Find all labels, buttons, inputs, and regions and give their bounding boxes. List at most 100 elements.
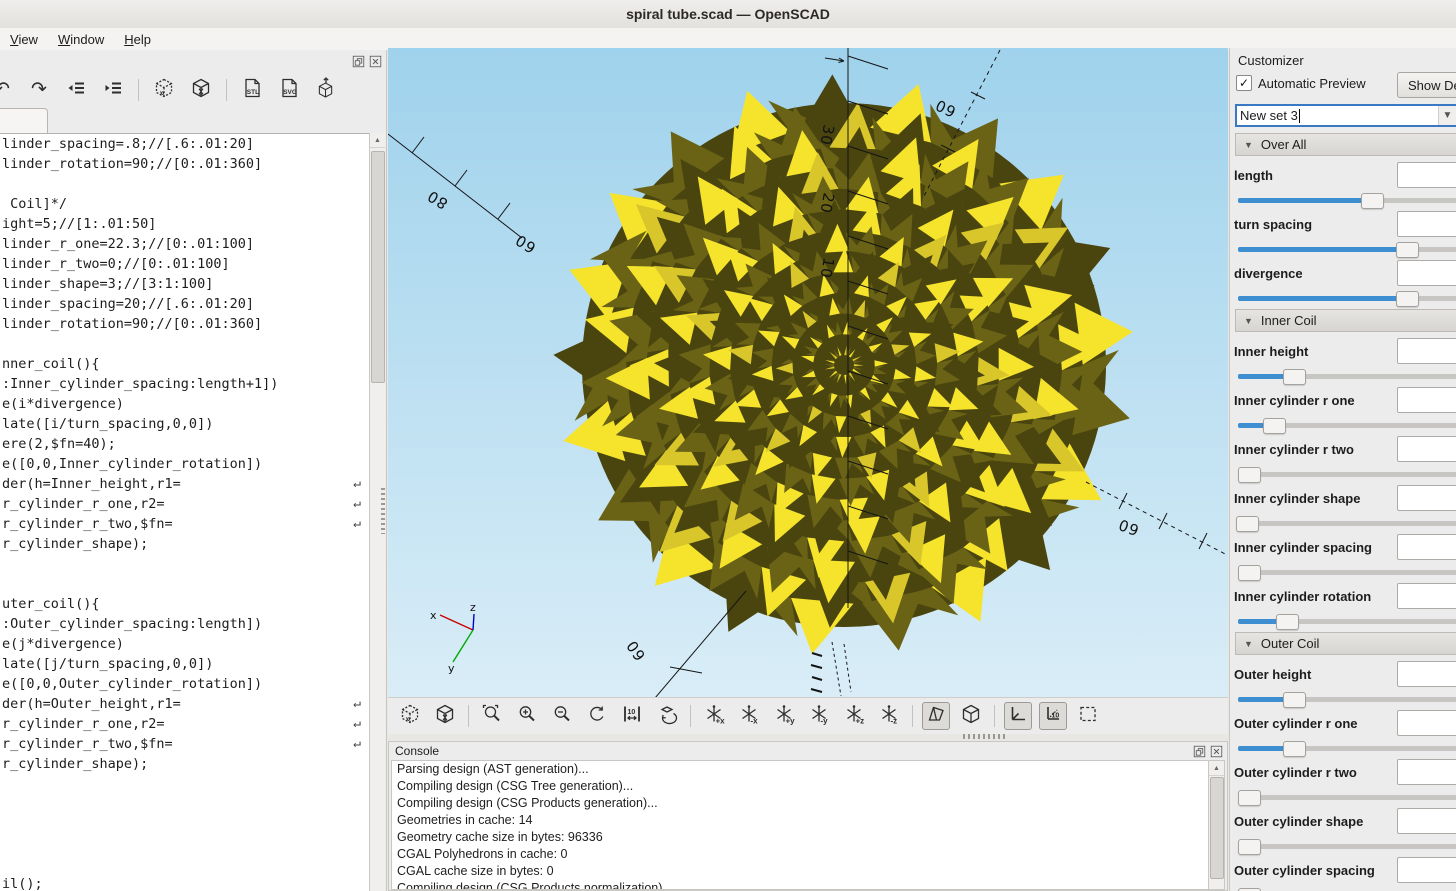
view-top-button[interactable]: +z — [840, 702, 868, 730]
param-spinbox[interactable] — [1397, 162, 1456, 188]
param-slider[interactable] — [1238, 795, 1456, 800]
param-spinbox[interactable] — [1397, 534, 1456, 560]
render-button[interactable] — [431, 702, 459, 730]
param-slider[interactable] — [1238, 423, 1456, 428]
param-slider[interactable] — [1238, 570, 1456, 575]
show-edges-button[interactable] — [1074, 702, 1102, 730]
3d-viewport[interactable]: 8060302010606060xzy — [388, 48, 1228, 697]
view-all-button[interactable]: 10 — [618, 702, 646, 730]
param-slider[interactable] — [1238, 697, 1456, 702]
param-slider[interactable] — [1238, 374, 1456, 379]
slider-handle[interactable] — [1238, 839, 1261, 855]
param-inner-cylinder-r-one: Inner cylinder r one — [1230, 387, 1456, 436]
view-back-button[interactable]: +y — [770, 702, 798, 730]
preview-button[interactable]: » — [396, 702, 424, 730]
slider-handle[interactable] — [1396, 291, 1419, 307]
param-spinbox[interactable] — [1397, 387, 1456, 413]
param-slider[interactable] — [1238, 844, 1456, 849]
param-spinbox[interactable] — [1397, 661, 1456, 687]
menu-view[interactable]: View — [0, 30, 48, 49]
param-spinbox[interactable] — [1397, 759, 1456, 785]
param-slider[interactable] — [1238, 198, 1456, 203]
render-button[interactable] — [187, 76, 215, 104]
view-left-button[interactable]: -x — [735, 702, 763, 730]
editor-float-button[interactable] — [351, 54, 365, 68]
console-float-button[interactable] — [1192, 744, 1206, 758]
slider-handle[interactable] — [1238, 790, 1261, 806]
param-spinbox[interactable] — [1397, 436, 1456, 462]
slider-handle[interactable] — [1238, 467, 1261, 483]
menu-window[interactable]: Window — [48, 30, 114, 49]
console-close-button[interactable] — [1209, 744, 1223, 758]
param-label: turn spacing — [1234, 214, 1394, 236]
slider-handle[interactable] — [1396, 242, 1419, 258]
editor-splitter-handle[interactable] — [381, 488, 385, 534]
preview-button[interactable]: » — [150, 76, 178, 104]
console-scrollbar[interactable]: ▲ — [1208, 761, 1224, 889]
toolbar-separator — [226, 79, 227, 101]
orthogonal-button[interactable] — [957, 702, 985, 730]
unindent-button[interactable] — [62, 76, 90, 104]
slider-handle[interactable] — [1283, 692, 1306, 708]
scroll-up-icon[interactable]: ▲ — [370, 133, 385, 148]
reset-view-button[interactable] — [583, 702, 611, 730]
editor-close-button[interactable] — [368, 54, 382, 68]
section-header-outer-coil[interactable]: ▼Outer Coil — [1235, 632, 1456, 655]
indent-button[interactable] — [99, 76, 127, 104]
section-header-inner-coil[interactable]: ▼Inner Coil — [1235, 309, 1456, 332]
export-stl-button[interactable]: STL — [238, 76, 266, 104]
svg-text:80: 80 — [424, 186, 451, 212]
show-scale-markers-icon: 10 — [1042, 703, 1064, 730]
param-spinbox[interactable] — [1397, 710, 1456, 736]
console-scroll-thumb[interactable] — [1210, 777, 1224, 879]
param-spinbox[interactable] — [1397, 808, 1456, 834]
param-spinbox[interactable] — [1397, 583, 1456, 609]
chevron-down-icon[interactable]: ▼ — [1438, 106, 1456, 125]
slider-handle[interactable] — [1361, 193, 1384, 209]
preset-combobox[interactable]: New set 3 ▼ — [1235, 104, 1456, 127]
param-slider[interactable] — [1238, 296, 1456, 301]
slider-handle[interactable] — [1238, 565, 1261, 581]
perspective-button[interactable] — [922, 702, 950, 730]
rotate-view-button[interactable] — [653, 702, 681, 730]
automatic-preview-checkbox[interactable]: ✓ — [1236, 75, 1252, 91]
console-splitter-handle[interactable] — [963, 734, 1005, 739]
print-3d-button[interactable] — [312, 76, 340, 104]
slider-handle[interactable] — [1283, 369, 1306, 385]
show-scale-markers-button[interactable]: 10 — [1039, 702, 1067, 730]
param-spinbox[interactable] — [1397, 857, 1456, 883]
param-slider[interactable] — [1238, 619, 1456, 624]
menu-help[interactable]: Help — [114, 30, 161, 49]
code-editor[interactable]: linder_spacing=.8;//[.6:.01:20]linder_ro… — [0, 133, 370, 891]
zoom-all-button[interactable] — [478, 702, 506, 730]
view-left-icon: -x — [738, 703, 760, 730]
undo-icon: ↶ — [0, 80, 10, 100]
param-spinbox[interactable] — [1397, 260, 1456, 286]
zoom-out-button[interactable] — [548, 702, 576, 730]
param-slider[interactable] — [1238, 746, 1456, 751]
view-right-button[interactable]: +x — [700, 702, 728, 730]
undo-button[interactable]: ↶ — [0, 76, 16, 104]
slider-handle[interactable] — [1283, 741, 1306, 757]
scroll-up-icon[interactable]: ▲ — [1209, 761, 1224, 776]
param-slider[interactable] — [1238, 472, 1456, 477]
editor-file-tab[interactable] — [0, 108, 48, 134]
view-bottom-button[interactable]: -z — [875, 702, 903, 730]
param-spinbox[interactable] — [1397, 338, 1456, 364]
param-slider[interactable] — [1238, 521, 1456, 526]
show-axes-button[interactable] — [1004, 702, 1032, 730]
param-slider[interactable] — [1238, 247, 1456, 252]
zoom-in-button[interactable] — [513, 702, 541, 730]
slider-handle[interactable] — [1236, 516, 1259, 532]
view-front-button[interactable]: -y — [805, 702, 833, 730]
export-svg-button[interactable]: SVG — [275, 76, 303, 104]
redo-button[interactable]: ↷ — [25, 76, 53, 104]
param-spinbox[interactable] — [1397, 485, 1456, 511]
slider-handle[interactable] — [1276, 614, 1299, 630]
menubar: ViewWindowHelp — [0, 28, 1456, 50]
param-spinbox[interactable] — [1397, 211, 1456, 237]
editor-scroll-thumb[interactable] — [371, 151, 385, 383]
slider-handle[interactable] — [1263, 418, 1286, 434]
section-header-over-all[interactable]: ▼Over All — [1235, 133, 1456, 156]
show-details-button[interactable]: Show Details — [1397, 72, 1456, 98]
